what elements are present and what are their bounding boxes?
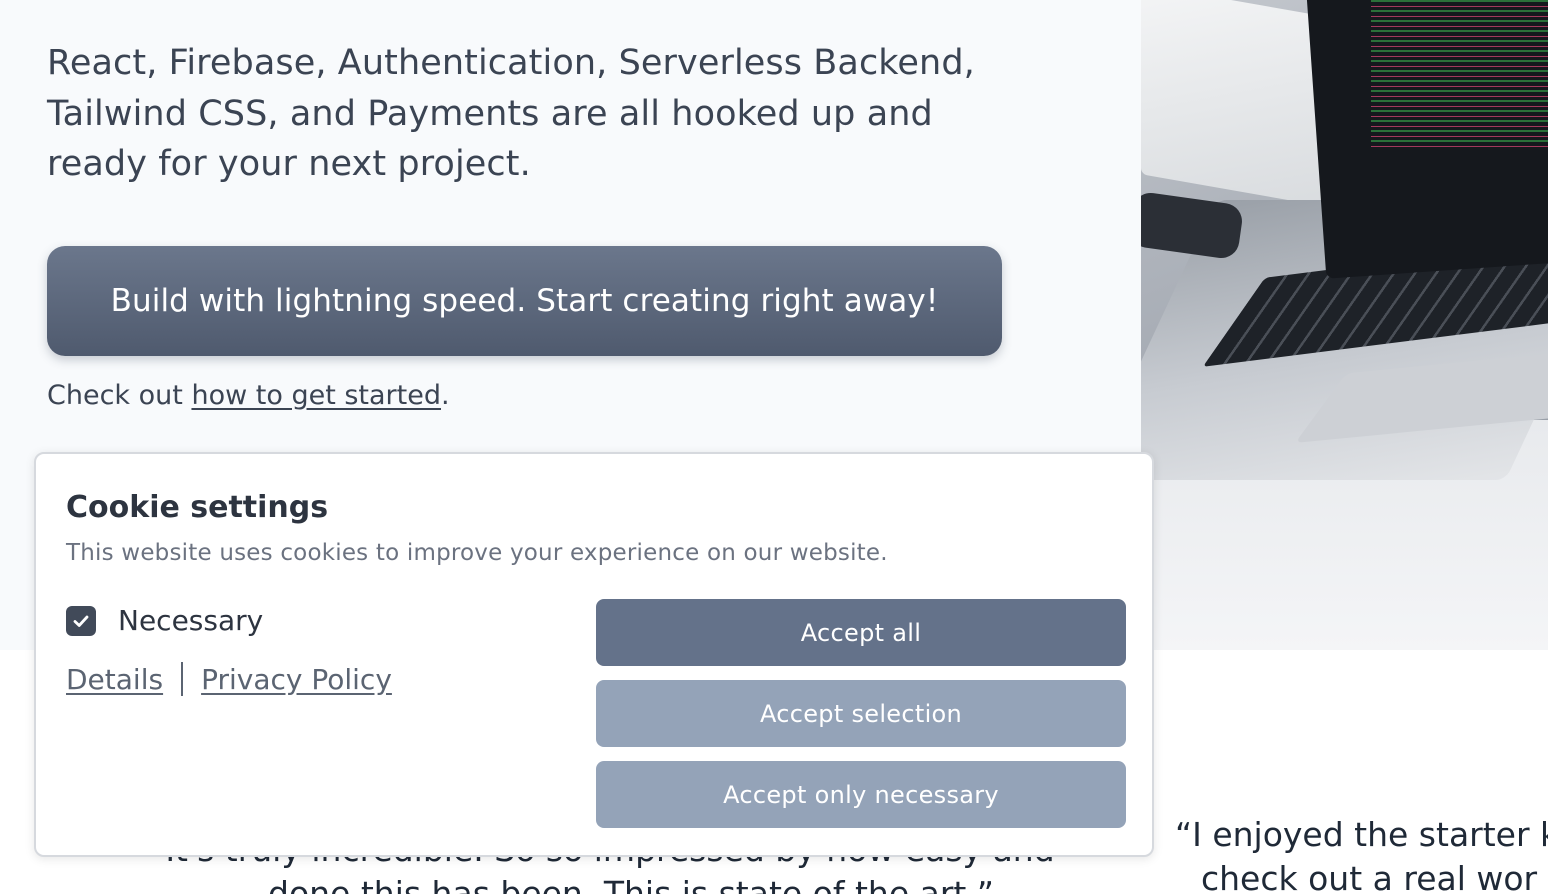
getting-started-link[interactable]: how to get started — [191, 380, 441, 411]
cookie-dialog-description: This website uses cookies to improve you… — [66, 540, 888, 566]
links-divider — [181, 662, 184, 696]
cookie-settings-dialog: Cookie settings This website uses cookie… — [34, 452, 1154, 857]
necessary-label: Necessary — [118, 604, 264, 637]
hero-description: React, Firebase, Authentication, Serverl… — [47, 43, 975, 184]
cookie-dialog-title: Cookie settings — [66, 490, 329, 525]
accept-only-necessary-button[interactable]: Accept only necessary — [596, 761, 1126, 828]
laptop-photo — [1141, 0, 1548, 650]
privacy-policy-link[interactable]: Privacy Policy — [201, 663, 392, 696]
photo-external-keyboard — [1141, 0, 1321, 206]
accept-selection-button[interactable]: Accept selection — [596, 680, 1126, 747]
necessary-cookie-option: Necessary — [66, 604, 263, 637]
check-icon — [73, 615, 89, 627]
necessary-checkbox[interactable] — [66, 605, 96, 636]
cookie-links: Details Privacy Policy — [66, 662, 392, 696]
getting-started-suffix: . — [441, 380, 450, 411]
testimonial-right-line1: “I enjoyed the starter k — [1175, 815, 1548, 854]
accept-all-button[interactable]: Accept all — [596, 599, 1126, 666]
cta-button[interactable]: Build with lightning speed. Start creati… — [47, 246, 1002, 356]
testimonial-right-line2: check out a real wor — [1201, 859, 1538, 894]
photo-code-lines — [1371, 0, 1548, 150]
getting-started-prefix: Check out — [47, 380, 192, 411]
getting-started-text: Check out how to get started. — [47, 380, 450, 411]
testimonial-left-line2: ... done this has been. This is state of… — [226, 874, 994, 894]
details-link[interactable]: Details — [66, 663, 163, 696]
testimonial-right: “I enjoyed the starter k check out a rea… — [1175, 813, 1548, 894]
